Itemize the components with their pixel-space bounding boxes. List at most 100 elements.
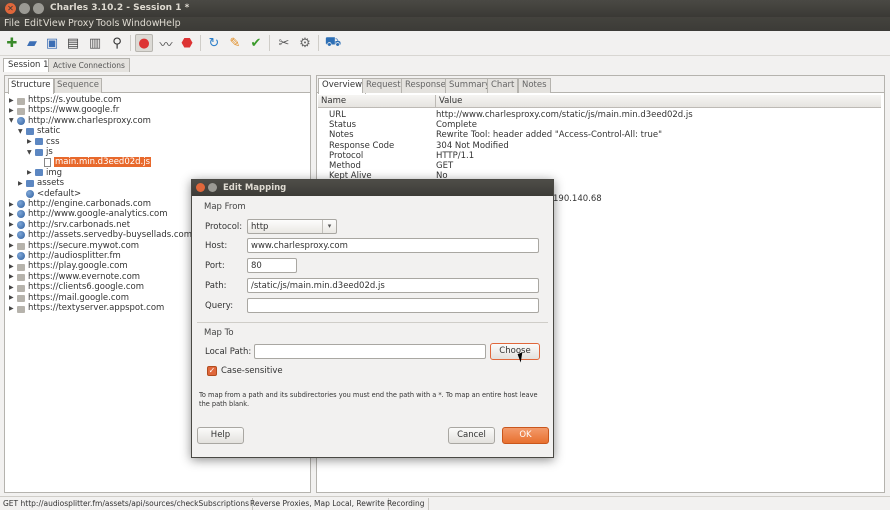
tree-node[interactable]: ▶ http://assets.servedby-buysellads.com bbox=[9, 230, 192, 240]
table-row[interactable]: URL http://www.charlesproxy.com/static/js… bbox=[317, 110, 884, 120]
menu-view[interactable]: View bbox=[43, 18, 66, 29]
open-icon[interactable]: ▰ bbox=[23, 34, 41, 52]
chevron-right-icon[interactable]: ▶ bbox=[9, 294, 17, 301]
tab-sequence[interactable]: Sequence bbox=[54, 78, 102, 93]
find-icon[interactable]: ⚲ bbox=[108, 34, 126, 52]
chevron-right-icon[interactable]: ▶ bbox=[9, 253, 17, 260]
chevron-right-icon[interactable]: ▶ bbox=[27, 138, 35, 145]
menu-help[interactable]: Help bbox=[159, 18, 181, 29]
tree-node[interactable]: ▶ https://www.google.fr bbox=[9, 105, 119, 115]
tree-node[interactable]: ▶ https://clients6.google.com bbox=[9, 282, 144, 292]
refresh-icon[interactable]: ↻ bbox=[205, 34, 223, 52]
chevron-right-icon[interactable]: ▶ bbox=[9, 242, 17, 249]
throttle-icon[interactable]: 〰 bbox=[157, 34, 175, 53]
path-field[interactable]: /static/js/main.min.d3eed02d.js bbox=[247, 278, 539, 293]
query-field[interactable] bbox=[247, 298, 539, 313]
tree-node[interactable]: ▶ http://srv.carbonads.net bbox=[9, 220, 130, 230]
tree-node[interactable]: ▶ http://audiosplitter.fm bbox=[9, 251, 121, 261]
window-minimize-button[interactable] bbox=[19, 3, 30, 14]
tree-node[interactable]: ▶ https://www.evernote.com bbox=[9, 272, 140, 282]
tab-structure[interactable]: Structure bbox=[8, 78, 54, 94]
chevron-right-icon[interactable]: ▶ bbox=[9, 97, 17, 104]
lock-icon bbox=[17, 274, 25, 282]
tree-node[interactable]: ▶ assets bbox=[18, 178, 64, 188]
chevron-right-icon[interactable]: ▶ bbox=[9, 221, 17, 228]
tree-node[interactable]: ▶ https://mail.google.com bbox=[9, 293, 129, 303]
settings-icon[interactable]: ⚙ bbox=[296, 34, 314, 52]
chevron-down-icon[interactable]: ▼ bbox=[18, 128, 26, 135]
tree-node[interactable]: main.min.d3eed02d.js bbox=[36, 157, 152, 168]
tree-node[interactable]: ▼ static bbox=[18, 126, 60, 136]
table-row[interactable]: Notes Rewrite Tool: header added "Access-… bbox=[317, 130, 884, 140]
chevron-right-icon[interactable]: ▶ bbox=[9, 273, 17, 280]
chevron-right-icon[interactable]: ▶ bbox=[9, 232, 17, 239]
tree-node[interactable]: ▶ https://secure.mywot.com bbox=[9, 241, 139, 251]
tree-node[interactable]: ▶ https://s.youtube.com bbox=[9, 95, 121, 105]
tree-node[interactable]: <default> bbox=[18, 189, 81, 199]
chevron-right-icon[interactable]: ▶ bbox=[9, 211, 17, 218]
column-value-header[interactable]: Value bbox=[439, 96, 462, 106]
chevron-right-icon[interactable]: ▶ bbox=[9, 107, 17, 114]
help-button[interactable]: Help bbox=[197, 427, 244, 444]
tab-request[interactable]: Request bbox=[362, 78, 405, 93]
tree-node[interactable]: ▶ img bbox=[27, 168, 62, 178]
tab-chart[interactable]: Chart bbox=[487, 78, 519, 93]
status-recording[interactable]: Recording bbox=[384, 498, 429, 510]
chevron-right-icon[interactable]: ▶ bbox=[9, 201, 17, 208]
case-sensitive-checkbox[interactable]: ✓ bbox=[207, 366, 217, 376]
table-row[interactable]: Method GET bbox=[317, 161, 884, 171]
port-field[interactable]: 80 bbox=[247, 258, 297, 273]
tree-node[interactable]: ▶ http://engine.carbonads.com bbox=[9, 199, 151, 209]
query-label: Query: bbox=[205, 301, 234, 311]
window-maximize-button[interactable] bbox=[33, 3, 44, 14]
shop-icon[interactable]: ⛟ bbox=[324, 34, 342, 52]
choose-button[interactable]: Choose bbox=[490, 343, 540, 360]
column-name-header[interactable]: Name bbox=[321, 96, 346, 106]
table-row[interactable]: Response Code 304 Not Modified bbox=[317, 141, 884, 151]
row-value: Rewrite Tool: header added "Access-Contr… bbox=[436, 130, 663, 141]
chevron-down-icon[interactable]: ▼ bbox=[27, 149, 35, 156]
tree-node[interactable]: ▶ https://play.google.com bbox=[9, 261, 128, 271]
protocol-select[interactable]: http ▾ bbox=[247, 219, 337, 234]
chevron-down-icon[interactable]: ▼ bbox=[9, 117, 17, 124]
new-session-icon[interactable]: ✚ bbox=[3, 34, 21, 52]
local-path-field[interactable] bbox=[254, 344, 486, 359]
menu-edit[interactable]: Edit bbox=[24, 18, 42, 29]
tab-overview[interactable]: Overview bbox=[318, 78, 367, 94]
chevron-right-icon[interactable]: ▶ bbox=[9, 263, 17, 270]
clear-icon[interactable]: ▥ bbox=[86, 34, 104, 52]
save-icon[interactable]: ▤ bbox=[64, 34, 82, 52]
tab-response[interactable]: Response bbox=[401, 78, 450, 93]
menu-file[interactable]: File bbox=[4, 18, 20, 29]
dialog-close-button[interactable] bbox=[196, 183, 205, 192]
edit-icon[interactable]: ✎ bbox=[226, 34, 244, 52]
chevron-right-icon[interactable]: ▶ bbox=[9, 284, 17, 291]
window-close-button[interactable]: ✕ bbox=[5, 3, 16, 14]
import-icon[interactable]: ▣ bbox=[43, 34, 61, 52]
dialog-minimize-button[interactable] bbox=[208, 183, 217, 192]
record-icon[interactable]: ● bbox=[135, 34, 153, 52]
tree-node[interactable]: ▶ https://textyserver.appspot.com bbox=[9, 303, 164, 313]
tab-active-connections[interactable]: Active Connections bbox=[48, 58, 130, 72]
row-value: GET bbox=[436, 161, 454, 171]
table-row[interactable]: Status Complete bbox=[317, 120, 884, 130]
chevron-right-icon[interactable]: ▶ bbox=[9, 305, 17, 312]
menu-proxy[interactable]: Proxy bbox=[68, 18, 94, 29]
tab-notes[interactable]: Notes bbox=[518, 78, 551, 93]
menu-window[interactable]: Window bbox=[122, 18, 159, 29]
tree-node[interactable]: ▼ http://www.charlesproxy.com bbox=[9, 116, 151, 126]
tree-node[interactable]: ▶ css bbox=[27, 137, 60, 147]
chevron-right-icon[interactable]: ▶ bbox=[18, 180, 26, 187]
tree-node[interactable]: ▼ js bbox=[27, 147, 53, 157]
tools-icon[interactable]: ✂ bbox=[275, 34, 293, 52]
cancel-button[interactable]: Cancel bbox=[448, 427, 495, 444]
menu-tools[interactable]: Tools bbox=[96, 18, 119, 29]
ok-button[interactable]: OK bbox=[502, 427, 549, 444]
host-field[interactable]: www.charlesproxy.com bbox=[247, 238, 539, 253]
chevron-right-icon[interactable]: ▶ bbox=[27, 169, 35, 176]
table-row[interactable]: Protocol HTTP/1.1 bbox=[317, 151, 884, 161]
stop-icon[interactable]: ⬣ bbox=[178, 34, 196, 52]
status-tools[interactable]: Reverse Proxies, Map Local, Rewrite bbox=[247, 498, 389, 510]
validate-icon[interactable]: ✔ bbox=[247, 34, 265, 52]
tree-node[interactable]: ▶ http://www.google-analytics.com bbox=[9, 209, 168, 219]
